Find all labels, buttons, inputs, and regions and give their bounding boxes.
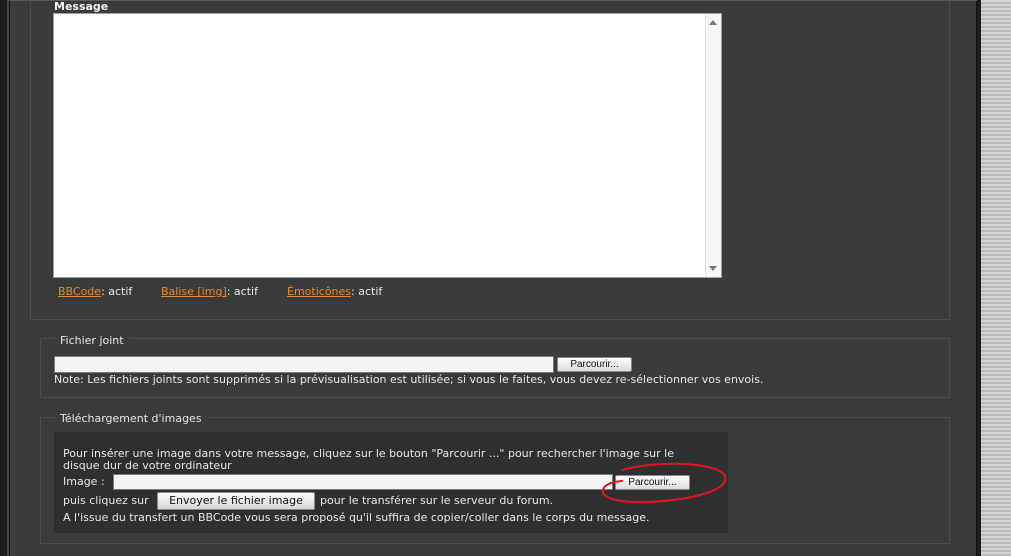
message-textarea[interactable] [53,13,722,278]
send-image-button[interactable]: Envoyer le fichier image [157,492,315,510]
img-tag-state: : actif [226,285,258,298]
img-tag-link[interactable]: Balise [img] [161,285,227,298]
then-click-text: puis cliquez sur [63,494,149,507]
left-border [0,0,7,556]
image-upload-legend: Téléchargement d'images [54,412,208,426]
emoticons-state: : actif [351,285,383,298]
right-background-stripes [981,0,1011,556]
textarea-scrollbar[interactable] [705,14,721,277]
attachment-browse-button[interactable]: Parcourir... [557,357,632,372]
bbcode-state: : actif [101,285,133,298]
bbcode-link[interactable]: BBCode [58,285,101,298]
red-annotation-circle [601,462,727,504]
scroll-up-arrow-icon[interactable] [709,20,717,25]
message-label: Message [54,0,109,13]
image-file-input[interactable] [113,474,613,490]
after-send-text: pour le transférer sur le serveur du for… [320,494,554,507]
upload-result-note: A l'issue du transfert un BBCode vous se… [63,511,650,524]
attachment-note: Note: Les fichiers joints sont supprimés… [54,373,764,386]
scroll-down-arrow-icon[interactable] [709,266,717,271]
upload-instruction-line2: disque dur de votre ordinateur [63,459,232,472]
image-field-label: Image : [63,475,105,488]
attachment-file-input[interactable] [54,356,554,373]
attachment-legend: Fichier joint [54,334,130,348]
emoticons-link[interactable]: Émoticônes [287,285,351,298]
